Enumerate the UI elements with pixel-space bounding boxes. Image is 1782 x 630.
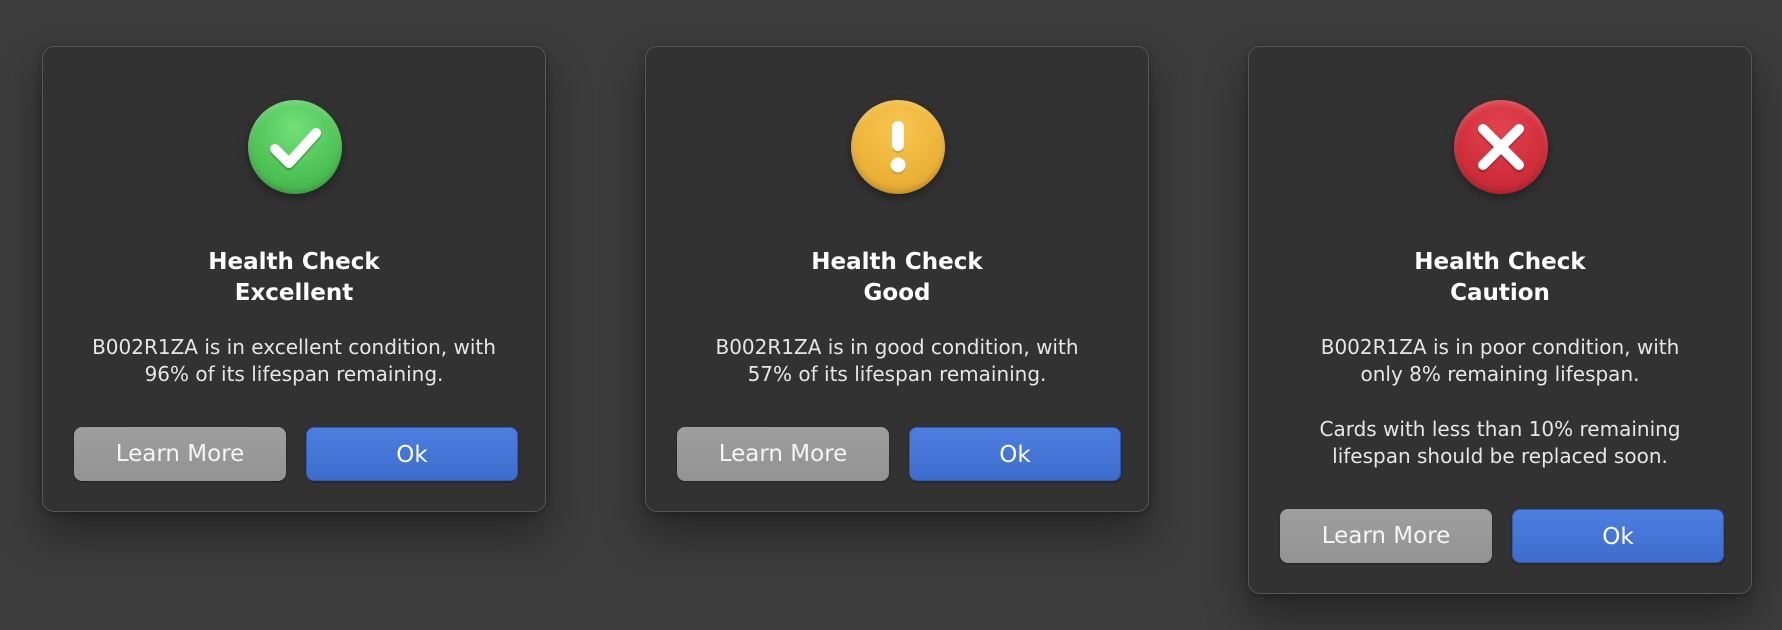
dialog-message-line2: 96% of its lifespan remaining. bbox=[144, 362, 444, 386]
dialog-title: Health Check Caution bbox=[1249, 247, 1751, 309]
dialog-message: B002R1ZA is in good condition, with 57% … bbox=[646, 334, 1148, 388]
dialog-message-line2: 57% of its lifespan remaining. bbox=[747, 362, 1047, 386]
dialog-title-line1: Health Check bbox=[811, 249, 983, 275]
health-check-dialog-caution: Health Check Caution B002R1ZA is in poor… bbox=[1248, 46, 1752, 594]
dialog-title-status: Excellent bbox=[234, 280, 354, 306]
dialog-title: Health Check Good bbox=[646, 247, 1148, 309]
dialog-title-status: Caution bbox=[1450, 280, 1550, 306]
ok-button[interactable]: Ok bbox=[306, 427, 518, 481]
dialog-note-line2: lifespan should be replaced soon. bbox=[1332, 444, 1668, 468]
ok-button[interactable]: Ok bbox=[1512, 509, 1724, 563]
checkmark-icon bbox=[248, 100, 342, 194]
dialog-message-line1: B002R1ZA is in good condition, with bbox=[715, 335, 1079, 359]
dialog-message: B002R1ZA is in poor condition, with only… bbox=[1249, 334, 1751, 470]
dialog-title: Health Check Excellent bbox=[43, 247, 545, 309]
health-check-dialog-good: Health Check Good B002R1ZA is in good co… bbox=[645, 46, 1149, 512]
dialog-message-line1: B002R1ZA is in excellent condition, with bbox=[92, 335, 496, 359]
learn-more-button[interactable]: Learn More bbox=[74, 427, 286, 481]
ok-button[interactable]: Ok bbox=[909, 427, 1121, 481]
dialog-message: B002R1ZA is in excellent condition, with… bbox=[43, 334, 545, 388]
health-check-dialog-excellent: Health Check Excellent B002R1ZA is in ex… bbox=[42, 46, 546, 512]
dialog-title-line1: Health Check bbox=[1414, 249, 1586, 275]
dialog-title-line1: Health Check bbox=[208, 249, 380, 275]
dialog-message-line2: only 8% remaining lifespan. bbox=[1360, 362, 1640, 386]
dialog-message-line1: B002R1ZA is in poor condition, with bbox=[1320, 335, 1680, 359]
dialog-title-status: Good bbox=[863, 280, 931, 306]
learn-more-button[interactable]: Learn More bbox=[677, 427, 889, 481]
exclamation-icon bbox=[851, 100, 945, 194]
learn-more-button[interactable]: Learn More bbox=[1280, 509, 1492, 563]
x-mark-icon bbox=[1454, 100, 1548, 194]
dialog-note-line1: Cards with less than 10% remaining bbox=[1319, 417, 1681, 441]
